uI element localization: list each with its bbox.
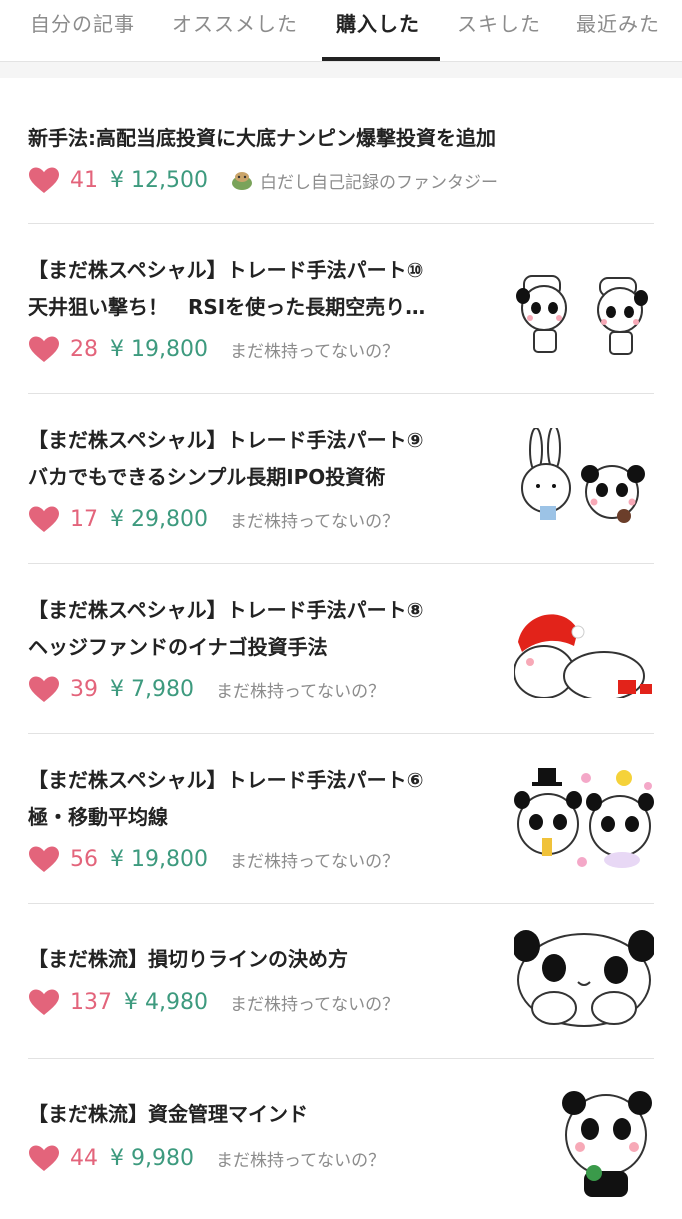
article-meta: 39 ¥ 7,980 まだ株持ってないの？ (28, 674, 385, 704)
article-meta: 56 ¥ 19,800 まだ株持ってないの？ (28, 844, 399, 874)
article-meta: 137 ¥ 4,980 まだ株持ってないの？ (28, 987, 399, 1017)
article-item[interactable]: 新手法:高配当底投資に大底ナンピン爆撃投資を追加 41 ¥ 12,500 白だし… (28, 78, 654, 224)
panda-thumbnail-image (516, 275, 648, 355)
heart-icon[interactable] (28, 505, 60, 533)
heart-icon[interactable] (28, 335, 60, 363)
article-title: 新手法:高配当底投資に大底ナンピン爆撃投資を追加 (28, 126, 496, 150)
tab-recommended[interactable]: オススメした (172, 8, 298, 37)
article-meta: 28 ¥ 19,800 まだ株持ってないの？ (28, 334, 399, 364)
article-item[interactable]: 【まだ株流】損切りラインの決め方 137 ¥ 4,980 まだ株持ってないの？ (28, 904, 654, 1059)
like-count: 39 (70, 676, 98, 702)
article-title-line-2: 天井狙い撃ち！ RSIを使った長期空売り… (28, 295, 426, 319)
price: ¥ 19,800 (110, 336, 208, 362)
price: ¥ 7,980 (110, 676, 194, 702)
like-count: 56 (70, 846, 98, 872)
heart-icon[interactable] (28, 1144, 60, 1172)
heart-icon[interactable] (28, 988, 60, 1016)
article-title-line-1: 【まだ株スペシャル】トレード手法パート⑨ (28, 428, 424, 452)
article-title-line-2: バカでもできるシンプル長期IPO投資術 (28, 465, 386, 489)
author-avatar-icon (231, 172, 252, 190)
author-name: まだ株持ってないの？ (229, 341, 400, 362)
heart-icon[interactable] (28, 675, 60, 703)
tab-liked[interactable]: スキした (457, 8, 541, 37)
panda-hug-thumbnail-image (514, 930, 654, 1027)
like-count: 44 (70, 1145, 98, 1171)
article-item[interactable]: 【まだ株スペシャル】トレード手法パート⑨ バカでもできるシンプル長期IPO投資術… (28, 394, 654, 564)
tab-bar: 自分の記事 オススメした 購入した スキした 最近みた (0, 0, 682, 62)
article-title-line-1: 【まだ株スペシャル】トレード手法パート⑩ (28, 258, 424, 282)
author-name: まだ株持ってないの？ (229, 851, 400, 872)
active-tab-indicator (322, 57, 440, 61)
article-meta: 44 ¥ 9,980 まだ株持ってないの？ (28, 1143, 385, 1173)
like-count: 137 (70, 989, 112, 1015)
like-count: 28 (70, 336, 98, 362)
separator-band (0, 62, 682, 78)
article-item[interactable]: 【まだ株流】資金管理マインド 44 ¥ 9,980 まだ株持ってないの？ (28, 1059, 654, 1219)
author-name: まだ株持ってないの？ (229, 511, 400, 532)
author-name: 白だし自己記録のファンタジー (259, 172, 498, 193)
price: ¥ 9,980 (110, 1145, 194, 1171)
article-meta: 17 ¥ 29,800 まだ株持ってないの？ (28, 504, 399, 534)
article-item[interactable]: 【まだ株スペシャル】トレード手法パート⑧ ヘッジファンドのイナゴ投資手法 39 … (28, 564, 654, 734)
like-count: 17 (70, 506, 98, 532)
panda-couple-thumbnail-image (514, 768, 654, 868)
heart-icon[interactable] (28, 845, 60, 873)
price: ¥ 12,500 (110, 167, 208, 193)
panda-thumbnail-image (562, 1091, 652, 1197)
tab-purchased[interactable]: 購入した (336, 8, 420, 37)
author-name: まだ株持ってないの？ (215, 1150, 386, 1171)
article-title-line-2: 極・移動平均線 (28, 805, 168, 829)
price: ¥ 29,800 (110, 506, 208, 532)
heart-icon[interactable] (28, 166, 60, 194)
tab-my-articles[interactable]: 自分の記事 (30, 8, 135, 37)
like-count: 41 (70, 167, 98, 193)
author-name: まだ株持ってないの？ (229, 994, 400, 1015)
santa-panda-thumbnail-image (514, 614, 652, 698)
article-title-line-2: ヘッジファンドのイナゴ投資手法 (28, 635, 328, 659)
rabbit-and-panda-thumbnail-image (521, 428, 645, 523)
tab-recently-viewed[interactable]: 最近みた (576, 8, 660, 37)
price: ¥ 4,980 (124, 989, 208, 1015)
article-title-line-1: 【まだ株スペシャル】トレード手法パート⑥ (28, 768, 424, 792)
article-title: 【まだ株流】資金管理マインド (28, 1102, 308, 1126)
article-title: 【まだ株流】損切りラインの決め方 (28, 947, 348, 971)
price: ¥ 19,800 (110, 846, 208, 872)
article-item[interactable]: 【まだ株スペシャル】トレード手法パート⑩ 天井狙い撃ち！ RSIを使った長期空売… (28, 224, 654, 394)
article-item[interactable]: 【まだ株スペシャル】トレード手法パート⑥ 極・移動平均線 56 ¥ 19,800… (28, 734, 654, 904)
article-title-line-1: 【まだ株スペシャル】トレード手法パート⑧ (28, 598, 424, 622)
article-meta: 41 ¥ 12,500 白だし自己記録のファンタジー (28, 165, 498, 195)
author-name: まだ株持ってないの？ (215, 681, 386, 702)
